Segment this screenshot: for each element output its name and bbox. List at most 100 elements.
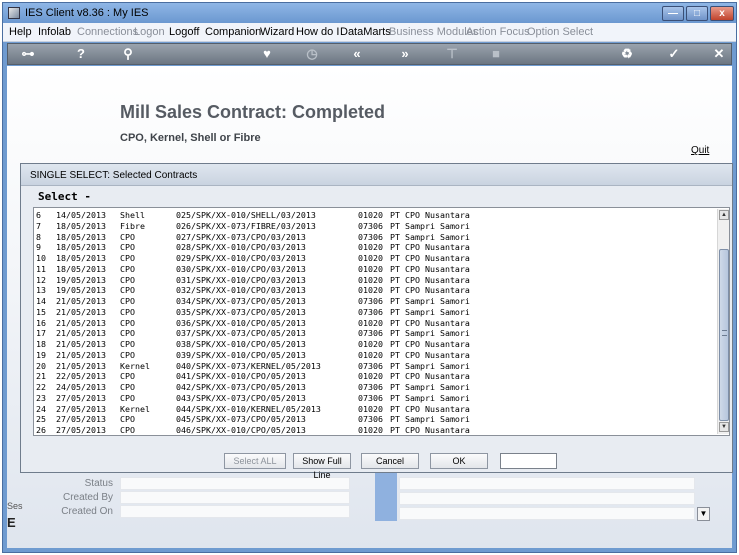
row-date: 18/05/2013 [56,263,106,274]
list-item[interactable]: 24 27/05/2013 Kernel 044/SPK/XX-010/KERNEL/… [36,404,716,415]
row-company: PT Sampri Samori [390,306,470,317]
cancel-button[interactable]: Cancel [361,453,419,469]
row-code: 01020 [358,349,383,360]
row-company: PT CPO Nusantara [390,349,470,360]
menu-option-select[interactable]: Option Select [527,26,593,38]
menu-action-focus[interactable]: Action Focus [466,26,530,38]
list-item[interactable]: 20 21/05/2013 Kernel 040/SPK/XX-073/KERNEL/… [36,361,716,372]
clock-icon[interactable]: ◷ [304,46,320,62]
created-by-field[interactable] [120,491,350,504]
list-item[interactable]: 17 21/05/2013 CPO 037/SPK/XX-073/CPO/05/201… [36,328,716,339]
row-company: PT CPO Nusantara [390,425,470,435]
ok-button[interactable]: OK [430,453,488,469]
row-type: CPO [120,425,135,435]
menu-business-modules[interactable]: Business Modules [389,26,478,38]
select-input[interactable] [500,453,557,469]
chevron-down-icon[interactable]: ▼ [697,507,710,521]
menu-logoff[interactable]: Logoff [169,26,199,38]
close-icon[interactable]: ✕ [711,46,727,62]
row-reference: 042/SPK/XX-073/CPO/05/2013 [176,382,306,392]
quit-link[interactable]: Quit [691,145,709,156]
vertical-scrollbar[interactable]: ▲ ▼ [717,209,729,434]
stop-icon[interactable]: ■ [488,46,504,62]
scroll-down-icon[interactable]: ▼ [719,422,729,432]
menu-infolab[interactable]: Infolab [38,26,71,38]
row-number: 11 [36,263,46,274]
list-item[interactable]: 15 21/05/2013 CPO 035/SPK/XX-073/CPO/05/201… [36,307,716,318]
created-on-label: Created On [61,506,113,517]
list-item[interactable]: 11 18/05/2013 CPO 030/SPK/XX-010/CPO/03/201… [36,264,716,275]
row-company: PT CPO Nusantara [390,285,470,296]
help-icon[interactable]: ? [73,46,89,62]
list-item[interactable]: 21 22/05/2013 CPO 041/SPK/XX-010/CPO/05/201… [36,371,716,382]
row-company: PT CPO Nusantara [390,210,470,220]
menu-datamarts[interactable]: DataMarts [340,26,391,38]
row-company: PT Sampri Samori [390,414,470,425]
row-type: CPO [120,339,135,349]
row-reference: 043/SPK/XX-073/CPO/05/2013 [176,392,306,403]
row-company: PT CPO Nusantara [390,253,470,263]
recycle-icon[interactable]: ♻ [619,46,635,62]
row-type: CPO [120,285,135,296]
search-icon[interactable]: ⚲ [120,46,136,62]
status-label: Status [84,478,113,489]
list-item[interactable]: 22 24/05/2013 CPO 042/SPK/XX-073/CPO/05/201… [36,382,716,393]
row-code: 07306 [358,220,383,231]
row-reference: 030/SPK/XX-010/CPO/03/2013 [176,263,306,274]
row-date: 21/05/2013 [56,349,106,360]
row-reference: 045/SPK/XX-073/CPO/05/2013 [176,414,306,425]
list-item[interactable]: 19 21/05/2013 CPO 039/SPK/XX-010/CPO/05/201… [36,350,716,361]
maximize-button[interactable]: □ [686,6,708,21]
row-number: 18 [36,339,46,349]
ok-icon[interactable]: ✓ [666,46,682,62]
minimize-button[interactable]: — [662,6,684,21]
row-number: 24 [36,403,46,414]
list-item[interactable]: 23 27/05/2013 CPO 043/SPK/XX-073/CPO/05/201… [36,393,716,404]
menu-wizard[interactable]: Wizard [260,26,294,38]
list-item[interactable]: 6 14/05/2013 Shell 025/SPK/XX-010/SHELL/03/… [36,210,716,221]
favorite-icon[interactable]: ♥ [259,46,275,62]
row-date: 14/05/2013 [56,210,106,220]
dialog-title: SINGLE SELECT: Selected Contracts [21,164,732,186]
row-date: 21/05/2013 [56,306,106,317]
list-item[interactable]: 9 18/05/2013 CPO 028/SPK/XX-010/CPO/03/2013… [36,242,716,253]
back-icon[interactable]: « [349,46,365,62]
list-item[interactable]: 10 18/05/2013 CPO 029/SPK/XX-010/CPO/03/201… [36,253,716,264]
list-item[interactable]: 18 21/05/2013 CPO 038/SPK/XX-010/CPO/05/201… [36,339,716,350]
row-code: 07306 [358,306,383,317]
select-all-button[interactable]: Select ALL [224,453,286,469]
show-full-line-button[interactable]: Show Full Line [293,453,351,480]
list-item[interactable]: 26 27/05/2013 CPO 046/SPK/XX-010/CPO/05/201… [36,425,716,435]
created-on-field[interactable] [120,505,350,518]
title-bar[interactable]: IES Client v8.36 : My IES — □ x [3,3,736,23]
menu-how-do-i[interactable]: How do I [296,26,339,38]
menu-help[interactable]: Help [9,26,32,38]
right-field-2[interactable] [399,492,695,505]
row-type: CPO [120,414,135,425]
row-code: 07306 [358,382,383,392]
list-item[interactable]: 13 19/05/2013 CPO 032/SPK/XX-010/CPO/03/201… [36,285,716,296]
menu-companion[interactable]: Companion [205,26,261,38]
menu-logon[interactable]: Logon [134,26,165,38]
tools-icon[interactable]: ⊤ [444,46,460,62]
scroll-thumb[interactable] [719,249,729,421]
row-code: 01020 [358,253,383,263]
list-item[interactable]: 8 18/05/2013 CPO 027/SPK/XX-073/CPO/03/2013… [36,232,716,243]
row-company: PT Sampri Samori [390,328,470,339]
row-type: Fibre [120,220,145,231]
scroll-up-icon[interactable]: ▲ [719,210,729,220]
key-icon[interactable]: ⊶ [17,46,39,62]
list-item[interactable]: 12 19/05/2013 CPO 031/SPK/XX-010/CPO/03/201… [36,275,716,286]
menu-connections[interactable]: Connections [77,26,138,38]
list-item[interactable]: 16 21/05/2013 CPO 036/SPK/XX-010/CPO/05/201… [36,318,716,329]
forward-icon[interactable]: » [397,46,413,62]
right-field-3[interactable] [399,507,695,520]
row-number: 25 [36,414,46,425]
list-item[interactable]: 14 21/05/2013 CPO 034/SPK/XX-073/CPO/05/201… [36,296,716,307]
side-fragment-2: E [7,515,16,530]
list-item[interactable]: 25 27/05/2013 CPO 045/SPK/XX-073/CPO/05/201… [36,414,716,425]
close-window-button[interactable]: x [710,6,734,21]
list-item[interactable]: 7 18/05/2013 Fibre 026/SPK/XX-073/FIBRE/03/… [36,221,716,232]
right-field-1[interactable] [399,477,695,490]
contracts-list[interactable]: 6 14/05/2013 Shell 025/SPK/XX-010/SHELL/03/… [33,207,730,436]
